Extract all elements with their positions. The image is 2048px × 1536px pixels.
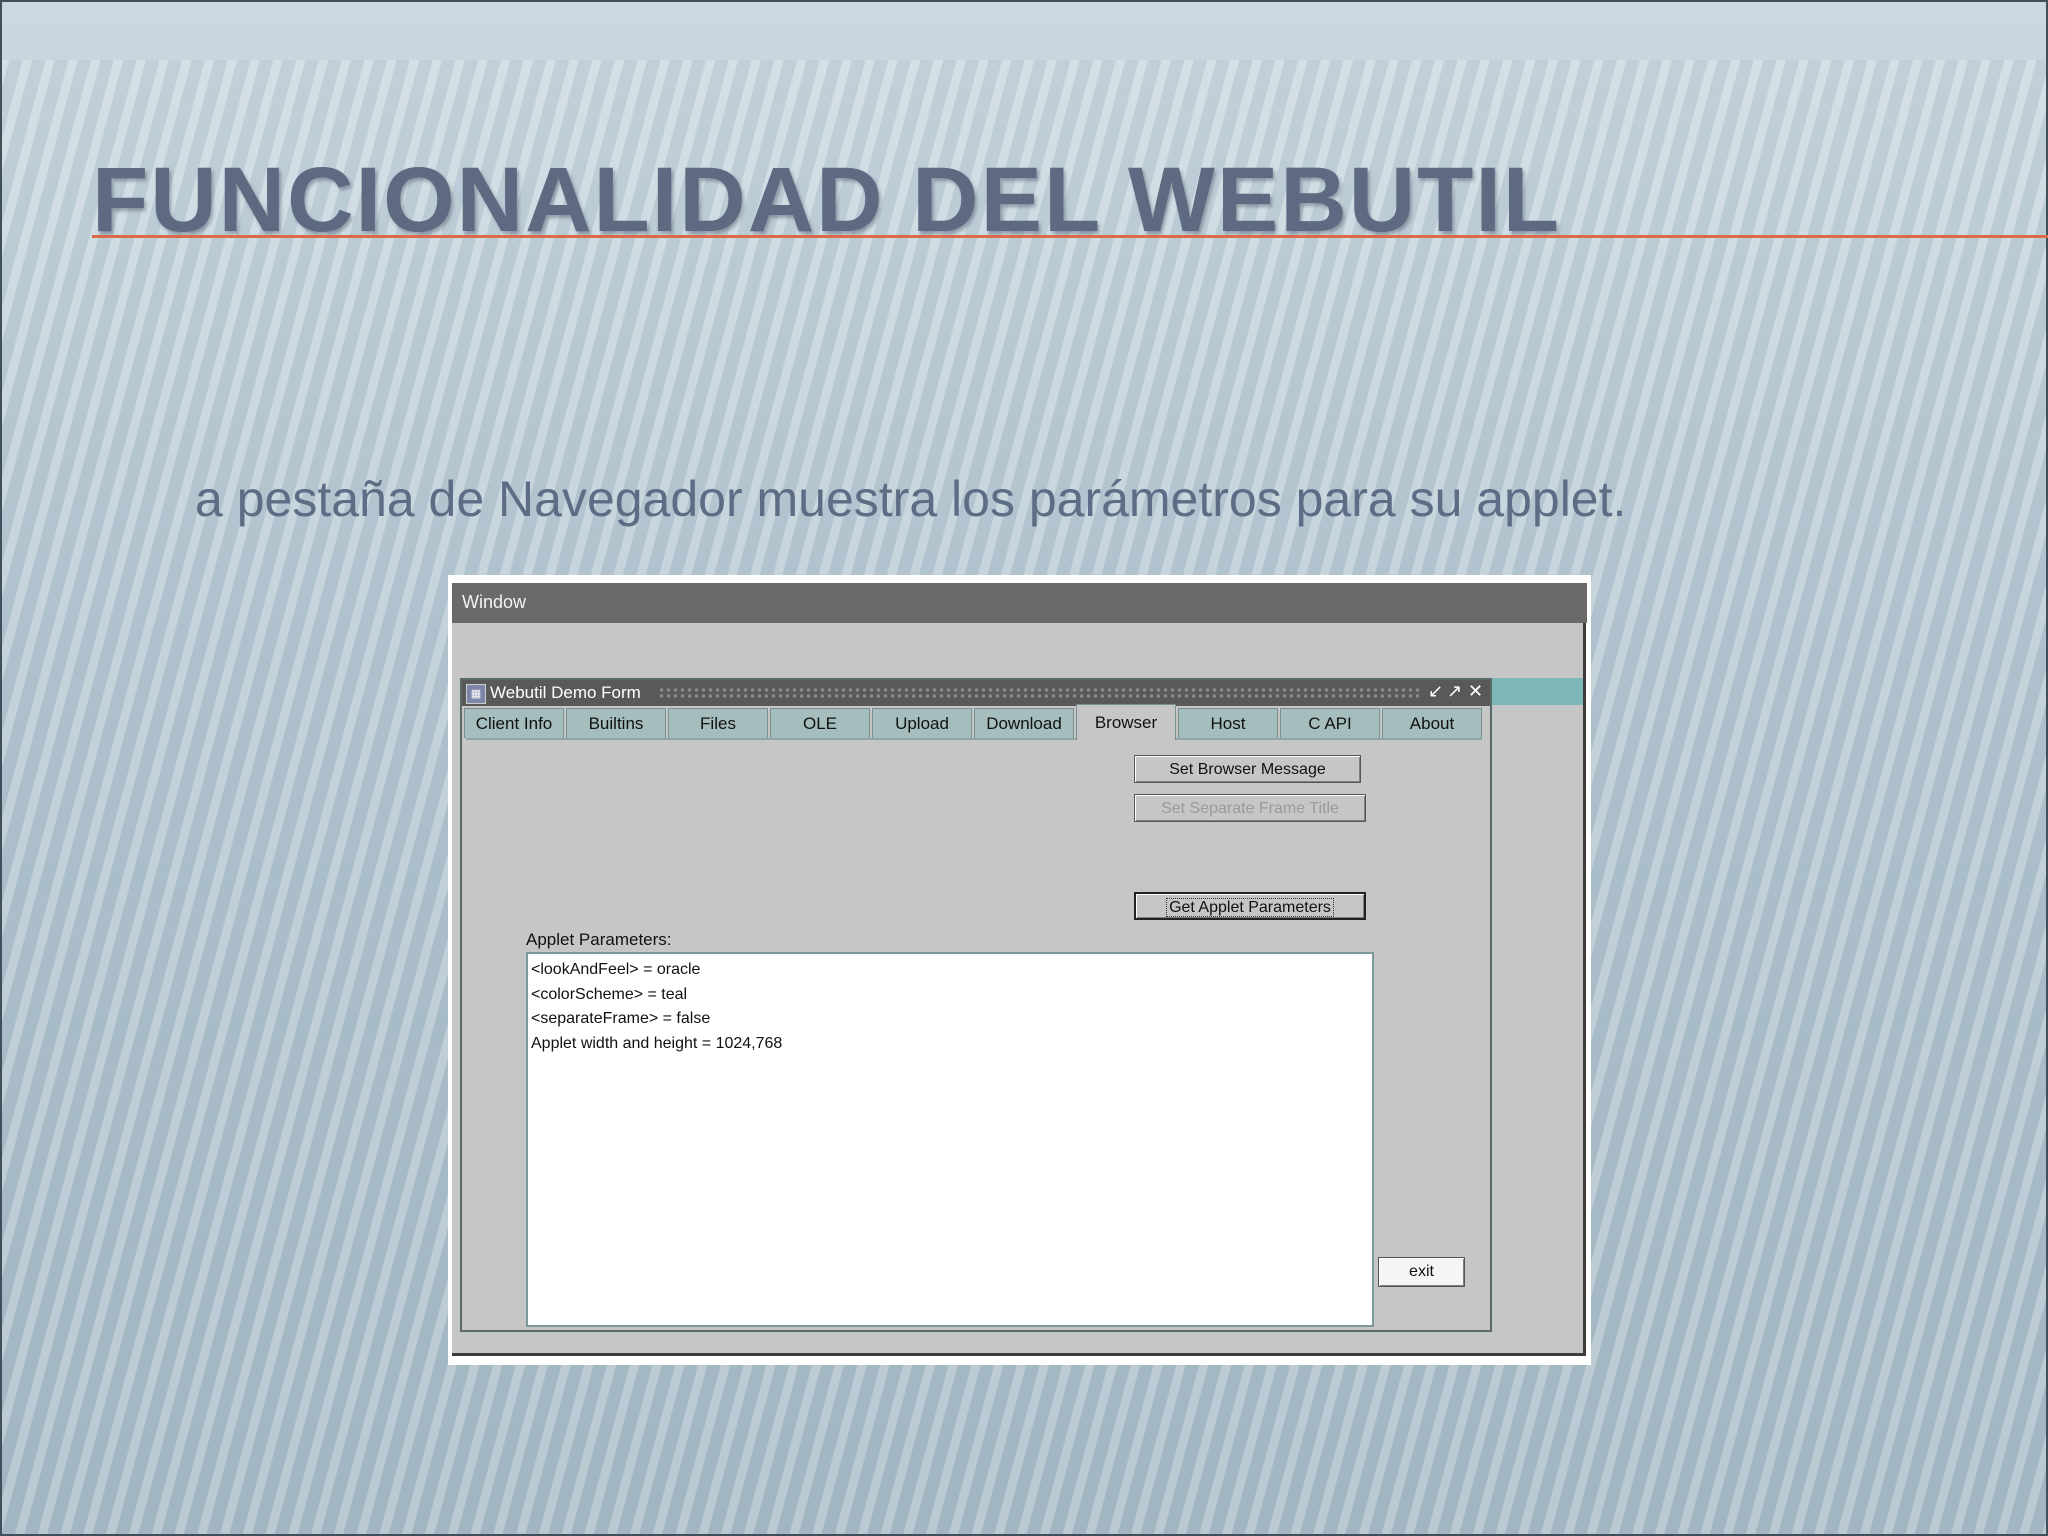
menu-bar: Window [452, 583, 1587, 623]
exit-button[interactable]: exit [1378, 1257, 1465, 1287]
tab-host[interactable]: Host [1178, 708, 1278, 738]
set-browser-message-button[interactable]: Set Browser Message [1134, 755, 1361, 783]
applet-parameters-textarea[interactable]: <lookAndFeel> = oracle <colorScheme> = t… [526, 952, 1374, 1327]
form-titlebar[interactable]: ▦ Webutil Demo Form ↙ ↗ ✕ [462, 680, 1490, 706]
mdi-workspace: ▦ Webutil Demo Form ↙ ↗ ✕ Client Info Bui… [452, 623, 1586, 1356]
tab-ole[interactable]: OLE [770, 708, 870, 738]
param-line: <lookAndFeel> = oracle [531, 961, 701, 978]
mdi-title-strip [1488, 678, 1583, 705]
menu-window[interactable]: Window [462, 592, 526, 613]
param-line: <colorScheme> = teal [531, 985, 688, 1003]
tab-client-info[interactable]: Client Info [464, 708, 564, 738]
webutil-form-window: ▦ Webutil Demo Form ↙ ↗ ✕ Client Info Bui… [460, 678, 1492, 1332]
tab-browser[interactable]: Browser [1076, 704, 1176, 740]
tab-builtins[interactable]: Builtins [566, 708, 666, 738]
set-separate-frame-title-button[interactable]: Set Separate Frame Title [1134, 794, 1366, 822]
tab-upload[interactable]: Upload [872, 708, 972, 738]
title-underline [92, 235, 2048, 238]
screenshot-frame: Window ▦ Webutil Demo Form ↙ ↗ ✕ Client … [448, 575, 1591, 1365]
get-applet-parameters-button[interactable]: Get Applet Parameters [1134, 892, 1366, 920]
minimize-icon[interactable]: ↙ [1428, 681, 1443, 702]
close-icon[interactable]: ✕ [1468, 681, 1483, 702]
applet-parameters-label: Applet Parameters: [526, 930, 672, 949]
tab-about[interactable]: About [1382, 708, 1482, 738]
form-app-icon: ▦ [466, 684, 486, 704]
titlebar-pattern [658, 687, 1423, 699]
param-line: <separateFrame> = false [531, 1010, 711, 1027]
browser-tab-panel: Set Browser Message Set Separate Frame T… [466, 738, 1482, 1327]
form-title: Webutil Demo Form [490, 683, 641, 702]
tab-download[interactable]: Download [974, 708, 1074, 738]
tab-c-api[interactable]: C API [1280, 708, 1380, 738]
tab-files[interactable]: Files [668, 708, 768, 738]
restore-icon[interactable]: ↗ [1447, 681, 1462, 702]
slide-subtitle: a pestaña de Navegador muestra los parám… [195, 471, 1627, 527]
param-line: Applet width and height = 1024,768 [531, 1034, 783, 1052]
